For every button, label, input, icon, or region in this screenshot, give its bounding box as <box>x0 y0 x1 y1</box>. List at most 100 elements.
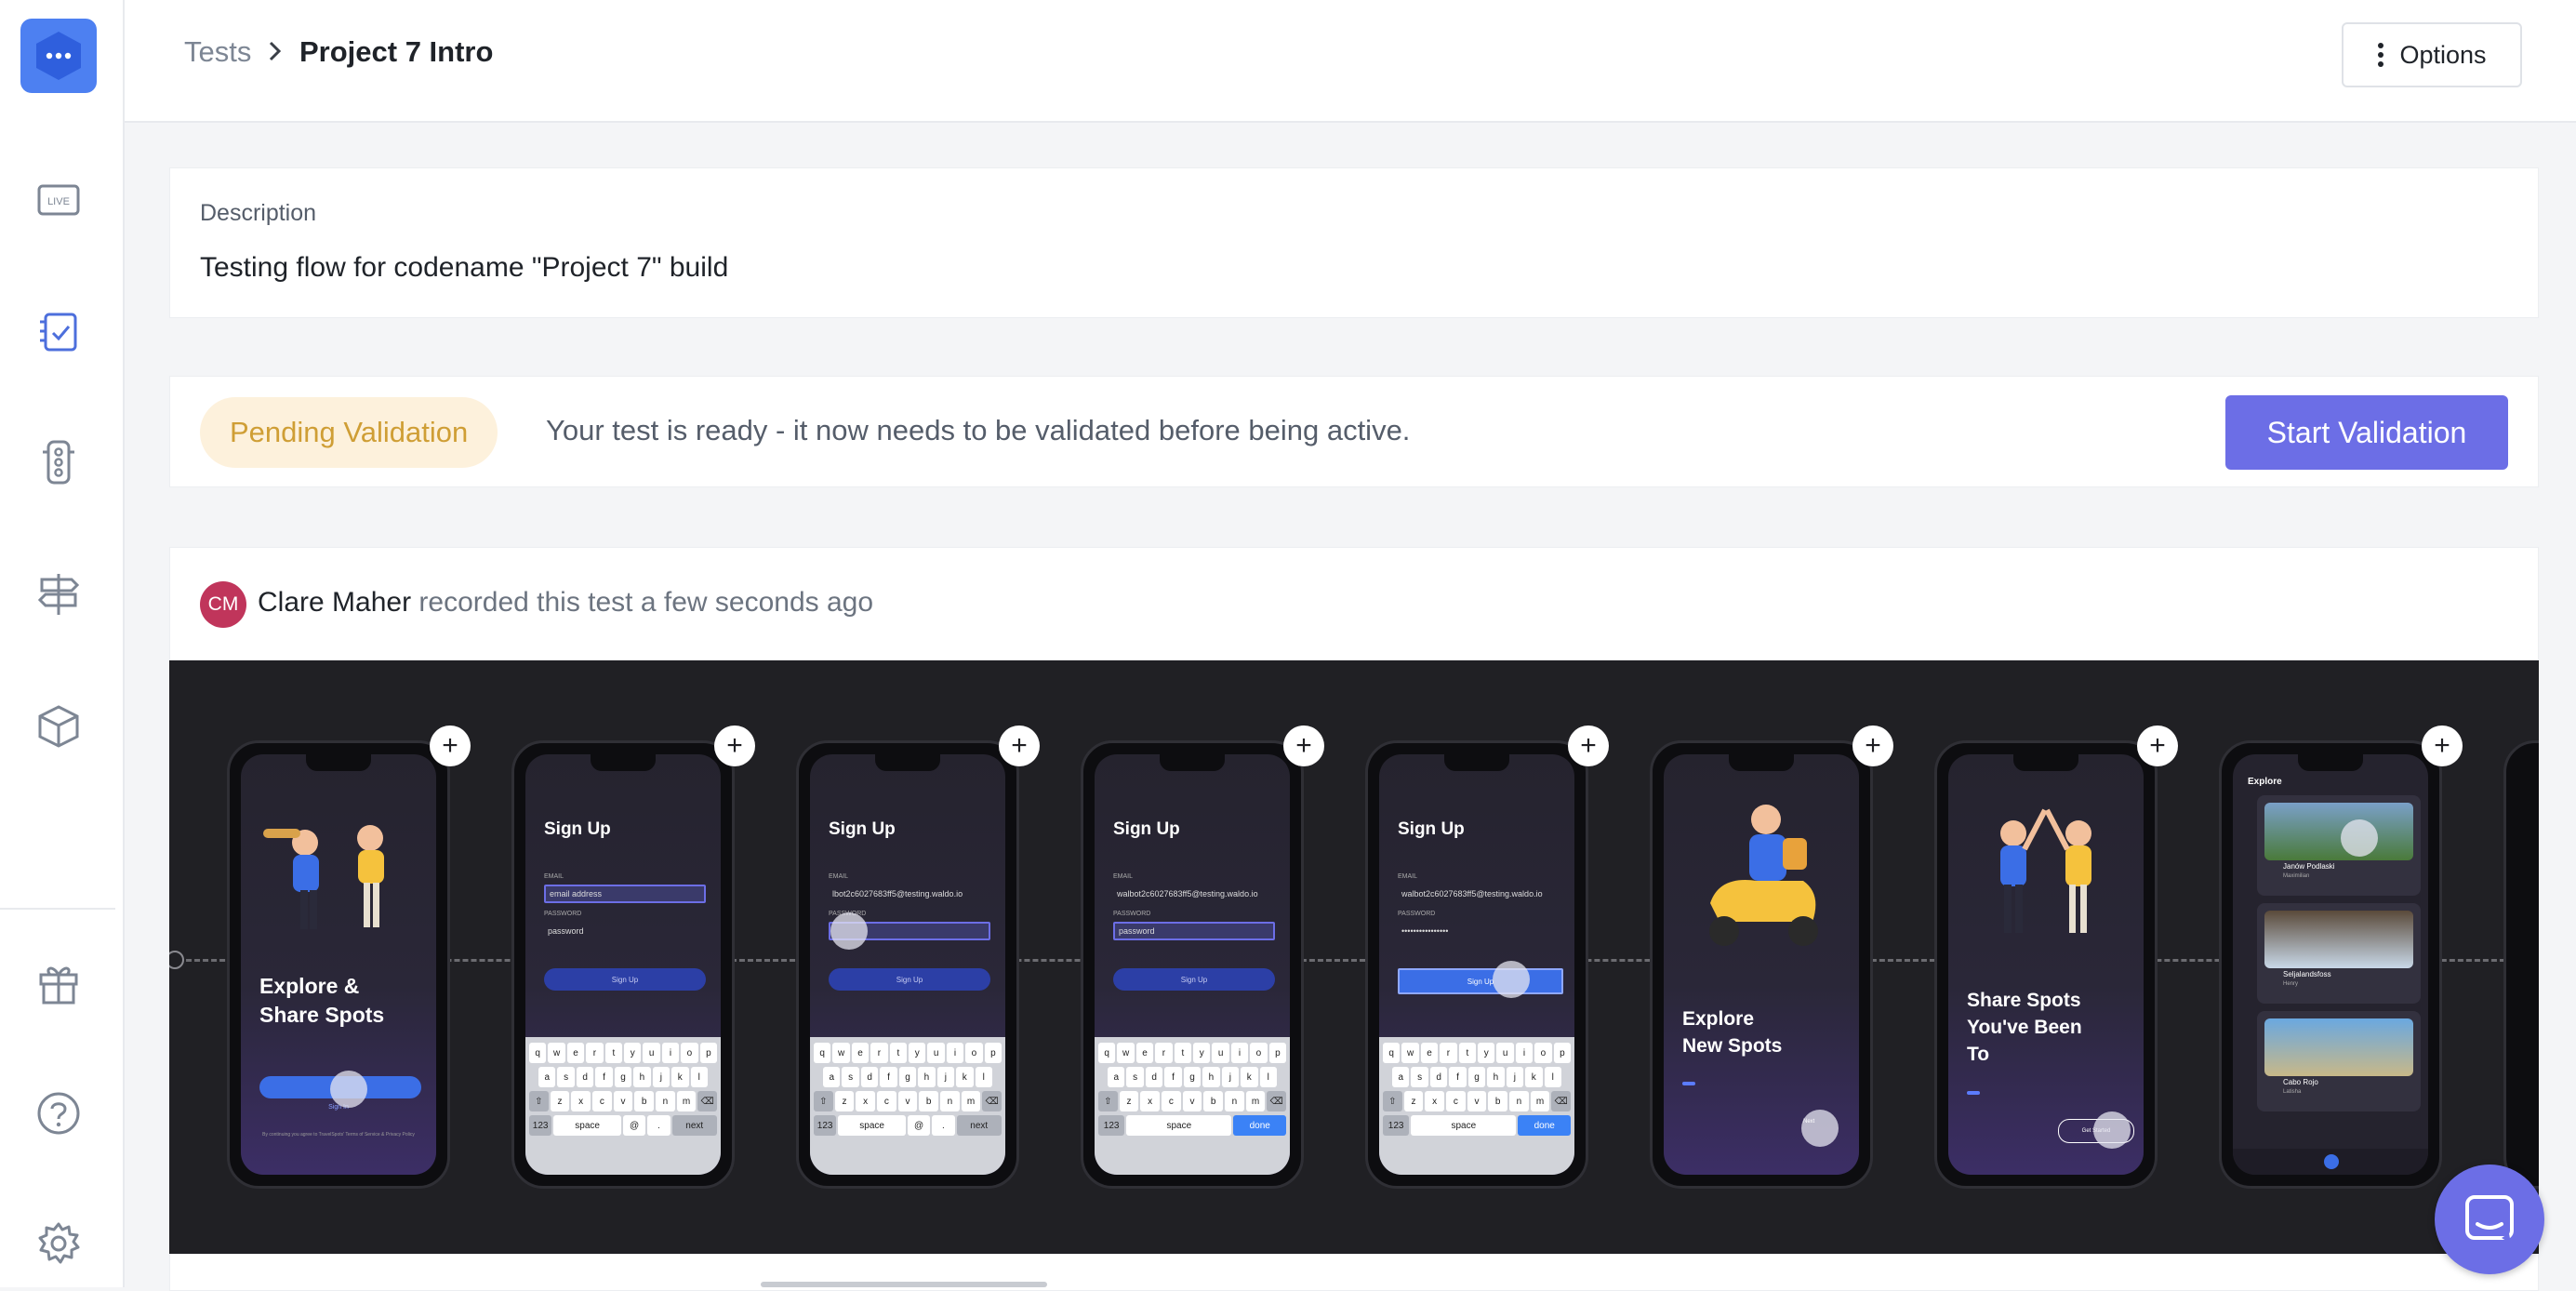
key: r <box>1155 1043 1173 1063</box>
signpost-icon <box>38 574 79 615</box>
horizontal-scrollbar[interactable] <box>761 1282 1047 1287</box>
key: w <box>1117 1043 1135 1063</box>
kbd-row-1: qwertyuiop <box>814 1043 1003 1063</box>
key: b <box>919 1091 939 1111</box>
screen-title: Sign Up <box>544 819 611 839</box>
sidebar-item-help[interactable] <box>28 1083 89 1144</box>
key: i <box>1230 1043 1249 1063</box>
sidebar-item-tests[interactable] <box>28 301 89 363</box>
sidebar-item-live[interactable]: LIVE <box>28 169 89 231</box>
step-screenshot-3[interactable]: Sign Up EMAIL lbot2c6027683ff5@testing.w… <box>796 725 1040 1189</box>
key: o <box>1534 1043 1552 1063</box>
box-icon <box>38 705 79 748</box>
key: x <box>571 1091 591 1111</box>
screen-title: Explore & Share Spots <box>259 974 385 1027</box>
phone-frame: Sign Up EMAIL lbot2c6027683ff5@testing.w… <box>796 740 1019 1189</box>
password-label: PASSWORD <box>544 911 582 917</box>
step-screenshot-4[interactable]: Sign Up EMAIL walbot2c6027683ff5@testing… <box>1081 725 1324 1189</box>
kbd-row-1: qwertyuiop <box>529 1043 718 1063</box>
start-validation-button[interactable]: Start Validation <box>2225 395 2508 470</box>
sidebar-item-builds[interactable] <box>28 696 89 757</box>
key: b <box>634 1091 655 1111</box>
phone-screen: Share Spots You've Been To Get Started <box>1948 754 2144 1175</box>
checklist-icon <box>40 313 77 352</box>
key: s <box>842 1067 859 1087</box>
shift-key-icon: ⇧ <box>529 1091 549 1111</box>
tap-indicator <box>2093 1111 2131 1149</box>
phone-frame: Sign Up EMAIL email address PASSWORD pas… <box>511 740 735 1189</box>
recorder-name[interactable]: Clare Maher <box>258 587 411 618</box>
sidebar-item-settings[interactable] <box>28 1213 89 1274</box>
key: y <box>1193 1043 1211 1063</box>
key: n <box>940 1091 960 1111</box>
keyboard: qwertyuiop asdfghjkl ⇧ z x c v b n m ⌫ 123 space… <box>810 1037 1005 1175</box>
tap-indicator <box>330 1071 367 1108</box>
add-step-button[interactable]: + <box>2422 725 2463 766</box>
sidebar-item-environments[interactable] <box>28 564 89 625</box>
step-screenshot-9[interactable] <box>2503 731 2539 1189</box>
key: e <box>1135 1043 1154 1063</box>
key: p <box>1553 1043 1572 1063</box>
phone-screen: Sign Up EMAIL lbot2c6027683ff5@testing.w… <box>810 754 1005 1175</box>
sidebar-item-runs[interactable] <box>28 432 89 493</box>
key: o <box>681 1043 698 1063</box>
key: s <box>1411 1067 1428 1087</box>
tap-indicator <box>1493 961 1530 998</box>
key: g <box>1467 1067 1486 1087</box>
key: l <box>1259 1067 1277 1087</box>
key: c <box>1162 1091 1181 1111</box>
step-screenshot-1[interactable]: Explore & Share Spots Sign In By continu… <box>227 725 471 1189</box>
key: x <box>1140 1091 1161 1111</box>
scooter-illustration <box>1709 805 1818 946</box>
shift-key-icon: ⇧ <box>814 1091 833 1111</box>
breadcrumb-tests-link[interactable]: Tests <box>184 35 251 69</box>
key: f <box>1449 1067 1467 1087</box>
add-step-button[interactable]: + <box>1568 725 1609 766</box>
hexagon-logo-icon <box>36 32 81 80</box>
key: q <box>529 1043 547 1063</box>
key: v <box>897 1091 918 1111</box>
chat-launcher-button[interactable] <box>2435 1165 2544 1274</box>
key: r <box>870 1043 888 1063</box>
shift-key-icon: ⇧ <box>1098 1091 1118 1111</box>
add-step-button[interactable]: + <box>2137 725 2178 766</box>
step-screenshot-8[interactable]: Explore Janów Podlaski Maximilian Seljal… <box>2219 725 2463 1189</box>
email-label: EMAIL <box>829 873 849 880</box>
app-logo[interactable] <box>20 19 97 93</box>
key: u <box>927 1043 945 1063</box>
screen-title: Sign Up <box>829 819 896 839</box>
email-label: EMAIL <box>1113 873 1134 880</box>
test-filmstrip[interactable]: Explore & Share Spots Sign In By continu… <box>169 660 2539 1254</box>
step-screenshot-7[interactable]: Share Spots You've Been To Get Started + <box>1934 725 2178 1189</box>
add-step-button[interactable]: + <box>714 725 755 766</box>
screen-title: Share Spots You've Been To <box>1967 990 2082 1065</box>
options-label: Options <box>2399 40 2487 69</box>
options-button[interactable]: Options <box>2342 22 2522 87</box>
key: h <box>1202 1067 1220 1087</box>
place-card: Janów Podlaski Maximilian <box>2257 795 2421 896</box>
backspace-key-icon: ⌫ <box>1551 1091 1572 1111</box>
key: f <box>1164 1067 1182 1087</box>
email-label: EMAIL <box>544 873 564 880</box>
sidebar-item-gifts[interactable] <box>28 952 89 1014</box>
key: i <box>946 1043 964 1063</box>
add-step-button[interactable]: + <box>430 725 471 766</box>
key: j <box>652 1067 671 1087</box>
tap-indicator <box>830 912 868 950</box>
email-field: walbot2c6027683ff5@testing.waldo.io <box>1401 889 1543 898</box>
key: q <box>1098 1043 1116 1063</box>
key: w <box>548 1043 565 1063</box>
add-step-button[interactable]: + <box>1852 725 1893 766</box>
add-step-button[interactable]: + <box>999 725 1040 766</box>
password-field: password <box>1113 922 1275 940</box>
key: d <box>1429 1067 1448 1087</box>
kbd-row-2: asdfghjkl <box>814 1067 1002 1087</box>
step-screenshot-6[interactable]: Explore New Spots Next + <box>1650 725 1893 1189</box>
key: c <box>877 1091 896 1111</box>
step-screenshot-2[interactable]: Sign Up EMAIL email address PASSWORD pas… <box>511 725 755 1189</box>
key: q <box>814 1043 831 1063</box>
key: m <box>1530 1091 1550 1111</box>
key: r <box>1440 1043 1457 1063</box>
step-screenshot-5[interactable]: Sign Up EMAIL walbot2c6027683ff5@testing… <box>1365 725 1609 1189</box>
add-step-button[interactable]: + <box>1283 725 1324 766</box>
